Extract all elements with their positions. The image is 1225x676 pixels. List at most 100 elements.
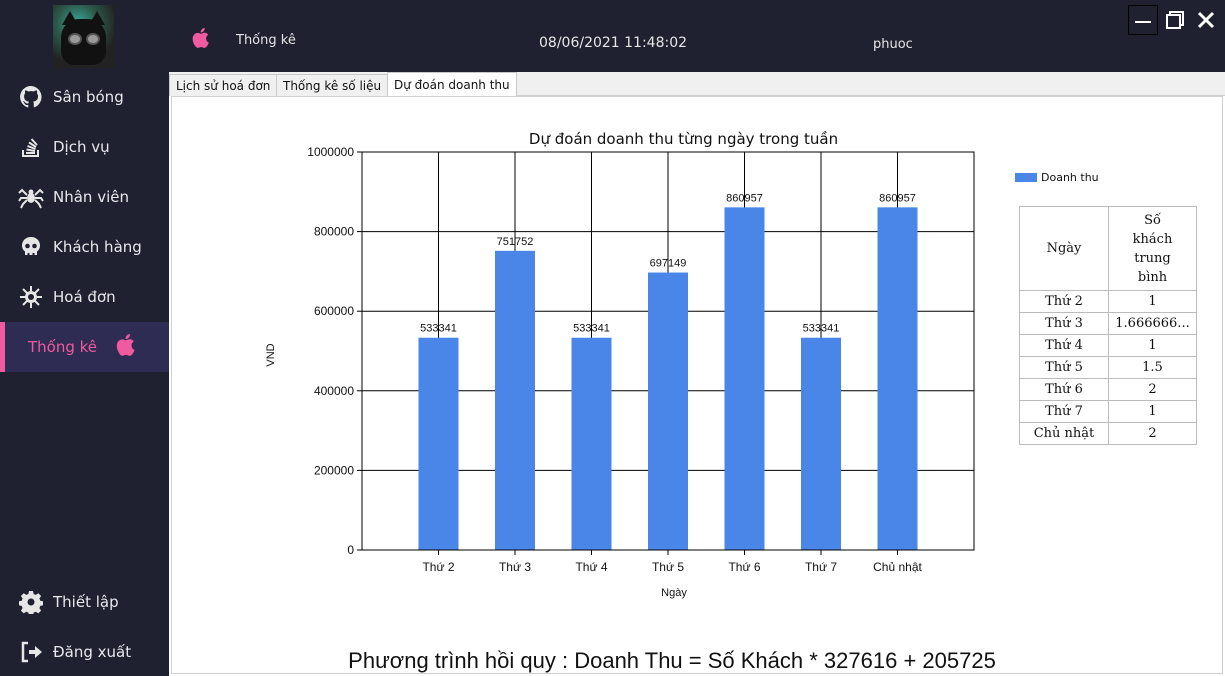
close-button[interactable] [1191, 5, 1221, 35]
bar [571, 337, 612, 550]
datetime-label: 08/06/2021 11:48:02 [539, 35, 688, 51]
sidebar: Sân bóng Dịch vụ Nhân viên Khách hàng Ho… [0, 0, 169, 676]
table-cell-day: Thứ 7 [1019, 400, 1109, 423]
stackoverflow-icon [18, 134, 44, 160]
tab-strip: Lịch sử hoá đơn Thống kê số liệu Dự đoán… [169, 72, 1225, 97]
sidebar-item-label: Nhân viên [53, 188, 129, 206]
sidebar-item-label: Thiết lập [53, 593, 119, 611]
table-header-ngay: Ngày [1019, 206, 1109, 291]
x-tick-label: Thứ 7 [805, 560, 837, 574]
table-header-so-khach-text: Số khách trung bình [1132, 212, 1173, 285]
table-cell-avg: 2 [1108, 422, 1197, 445]
data-label: 860957 [726, 192, 763, 204]
x-tick-label: Thứ 6 [728, 560, 760, 574]
virus-icon [18, 284, 44, 310]
table-row: Thứ 3 1.666666... [1019, 312, 1197, 335]
table-row: Chủ nhật 2 [1019, 422, 1197, 445]
bar [648, 272, 688, 550]
table-cell-avg: 1.666666... [1108, 312, 1197, 335]
table-row: Thứ 41 [1019, 334, 1197, 357]
sidebar-item-nhan-vien[interactable]: Nhân viên [0, 172, 169, 222]
bar [801, 337, 841, 550]
y-tick-label: 200000 [314, 463, 354, 477]
sidebar-item-label: Khách hàng [53, 238, 142, 256]
regression-equation: Phương trình hồi quy : Doanh Thu = Số Kh… [348, 648, 996, 673]
x-tick-label: Thứ 4 [575, 560, 607, 574]
y-tick-label: 1000000 [307, 145, 354, 159]
table-cell-day: Thứ 5 [1019, 356, 1109, 379]
header-bar: Thống kê 08/06/2021 11:48:02 phuoc [169, 0, 1225, 72]
y-tick-label: 800000 [314, 225, 354, 239]
gear-icon [18, 589, 44, 615]
sidebar-item-hoa-don[interactable]: Hoá đơn [0, 272, 169, 322]
sidebar-item-san-bong[interactable]: Sân bóng [0, 72, 169, 122]
close-icon [1197, 11, 1215, 29]
x-axis-label: Ngày [661, 587, 687, 599]
bar [495, 250, 535, 550]
y-tick-label: 600000 [314, 304, 354, 318]
avatar [53, 5, 114, 68]
minimize-icon [1135, 21, 1151, 23]
sidebar-item-label: Hoá đơn [53, 288, 116, 306]
x-tick-label: Thứ 2 [422, 560, 454, 574]
tab-du-doan-doanh-thu[interactable]: Dự đoán doanh thu [387, 72, 517, 97]
table-cell-day: Thứ 4 [1019, 334, 1109, 357]
table-row: Thứ 71 [1019, 400, 1197, 423]
data-label: 751752 [497, 236, 534, 248]
table-cell-avg: 1 [1108, 334, 1197, 357]
data-label: 533341 [420, 323, 457, 335]
bar [724, 207, 765, 550]
y-tick-label: 400000 [314, 384, 354, 398]
sidebar-item-label: Sân bóng [53, 88, 124, 106]
table-cell-day: Chủ nhật [1019, 422, 1109, 445]
tab-thong-ke-so-lieu[interactable]: Thống kê số liệu [276, 74, 389, 96]
bar [877, 207, 918, 550]
sidebar-item-dich-vu[interactable]: Dịch vụ [0, 122, 169, 172]
y-axis-label: VND [265, 343, 277, 366]
sidebar-item-thong-ke[interactable]: Thống kê [0, 322, 169, 372]
table-cell-avg: 1.5 [1108, 356, 1197, 379]
username-label: phuoc [873, 37, 913, 52]
data-label: 533341 [573, 323, 610, 335]
chart-legend: Doanh thu [1015, 171, 1099, 184]
bar [418, 337, 459, 550]
table-row: Thứ 62 [1019, 378, 1197, 401]
table-header-so-khach: Số khách trung bình [1108, 206, 1197, 291]
table-cell-avg: 1 [1108, 290, 1197, 313]
sidebar-item-khach-hang[interactable]: Khách hàng [0, 222, 169, 272]
github-icon [18, 84, 44, 110]
active-indicator [0, 322, 5, 372]
table-row: Thứ 21 [1019, 290, 1197, 313]
y-tick-label: 0 [347, 543, 354, 557]
customer-average-table: Ngày Số khách trung bình Thứ 2 1 Thứ 3 1.66… [1019, 206, 1197, 445]
table-row: Thứ 5 1.5 [1019, 356, 1197, 379]
sidebar-item-dang-xuat[interactable]: Đăng xuất [0, 627, 169, 676]
skull-icon [18, 234, 44, 260]
tab-panel: Dự đoán doanh thu từng ngày trong tuần 0… [171, 96, 1223, 674]
sidebar-item-label: Đăng xuất [53, 643, 132, 661]
sidebar-item-label: Thống kê [28, 338, 98, 356]
x-tick-label: Thứ 5 [652, 560, 684, 574]
table-body: Thứ 2 1 Thứ 3 1.666666... Thứ 4 1 Thứ 5 1.5 Thứ … [1019, 290, 1197, 445]
page-title: Thống kê [236, 33, 296, 48]
main-content: Lịch sử hoá đơn Thống kê số liệu Dự đoán… [169, 72, 1225, 676]
minimize-button[interactable] [1128, 5, 1158, 35]
maximize-button[interactable] [1160, 5, 1190, 35]
sidebar-item-label: Dịch vụ [53, 138, 110, 156]
apple-icon [191, 26, 213, 54]
legend-swatch [1015, 173, 1037, 182]
table-cell-day: Thứ 6 [1019, 378, 1109, 401]
maximize-icon [1166, 11, 1184, 29]
data-label: 533341 [803, 323, 840, 335]
tab-lich-su-hoa-don[interactable]: Lịch sử hoá đơn [169, 74, 278, 96]
table-cell-day: Thứ 3 [1019, 312, 1109, 335]
table-cell-avg: 2 [1108, 378, 1197, 401]
sidebar-item-thiet-lap[interactable]: Thiết lập [0, 577, 169, 627]
data-label: 860957 [879, 192, 916, 204]
apple-icon [115, 332, 139, 362]
data-label: 697149 [650, 258, 687, 270]
spider-icon [18, 184, 44, 210]
x-tick-label: Chủ nhật [873, 560, 922, 574]
table-cell-day: Thứ 2 [1019, 290, 1109, 313]
x-tick-label: Thứ 3 [499, 560, 531, 574]
